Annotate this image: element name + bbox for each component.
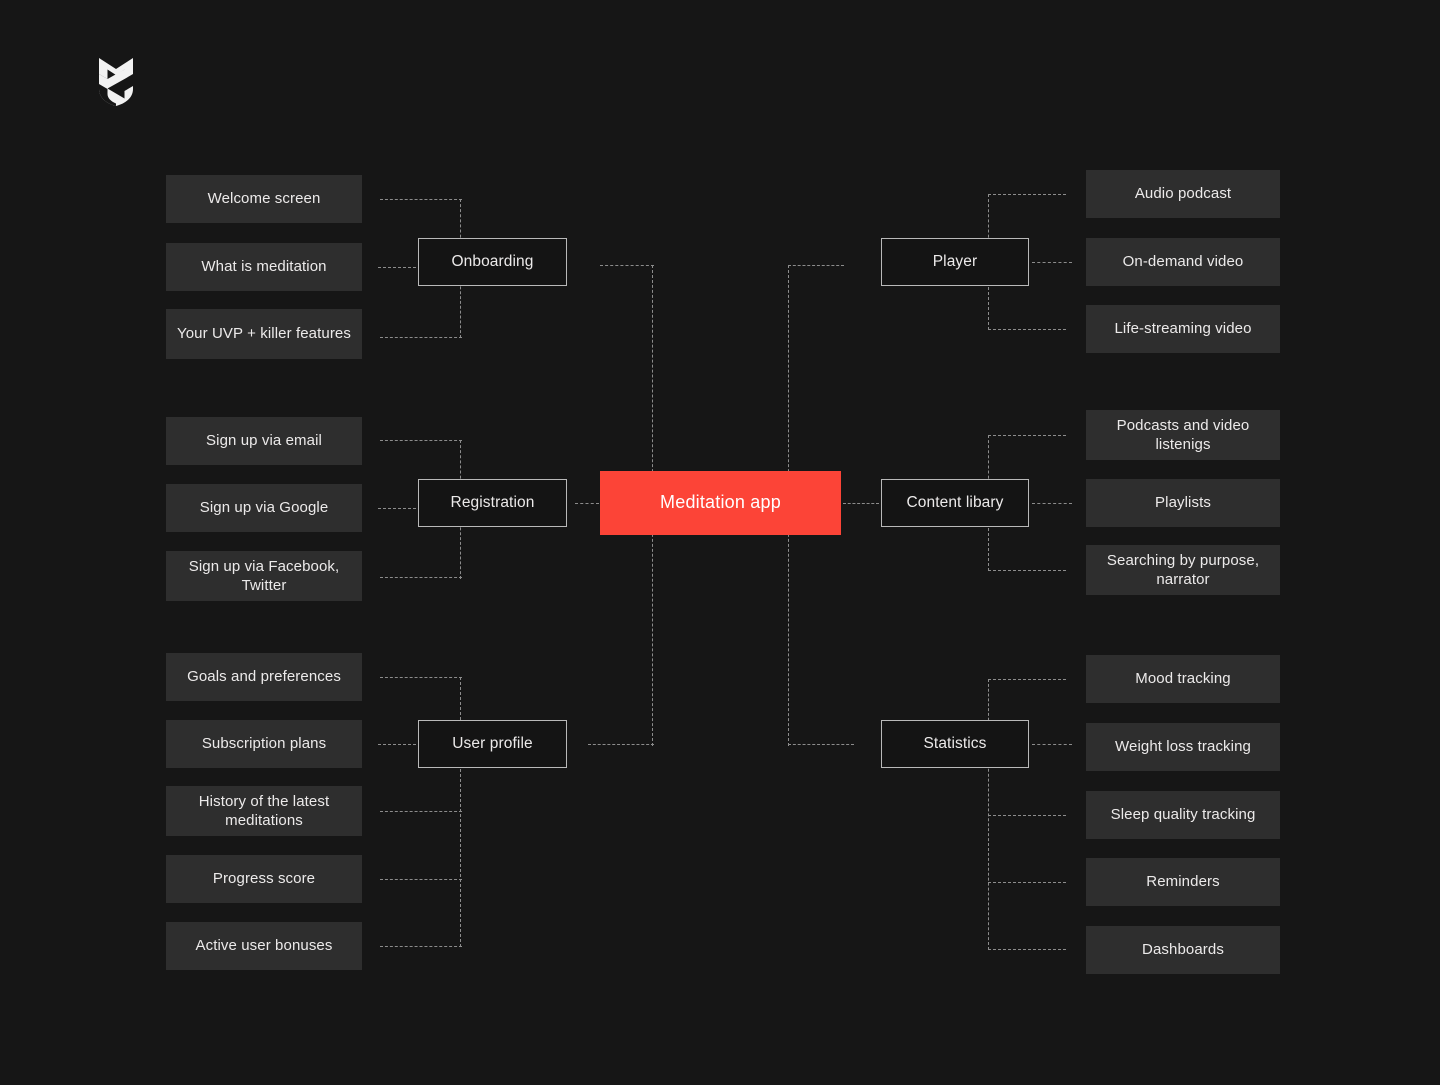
connector-root-stub-left (575, 503, 599, 504)
leaf-active-user-bonuses[interactable]: Active user bonuses (166, 922, 362, 970)
connector-registration-leaf-1 (380, 440, 462, 441)
connector-root-to-onboarding-h (600, 265, 654, 266)
leaf-welcome-screen[interactable]: Welcome screen (166, 175, 362, 223)
connector-onboarding-leaf-3 (380, 337, 462, 338)
leaf-reminders[interactable]: Reminders (1086, 858, 1280, 906)
hub-player[interactable]: Player (881, 238, 1029, 286)
leaf-dashboards[interactable]: Dashboards (1086, 926, 1280, 974)
leaf-history-of-latest-meditations[interactable]: History of the latest meditations (166, 786, 362, 836)
connector-player-leaf-3 (988, 329, 1066, 330)
connector-registration-leaf-3 (380, 577, 462, 578)
connector-user-profile-spine-down (460, 744, 461, 947)
leaf-on-demand-video[interactable]: On-demand video (1086, 238, 1280, 286)
connector-user-profile-leaf-5 (380, 946, 462, 947)
connector-player-leaf-1 (988, 194, 1066, 195)
connector-content-libary-leaf-1 (988, 435, 1066, 436)
connector-root-stub-right (843, 503, 879, 504)
connector-root-to-user-profile-h (588, 744, 654, 745)
hub-onboarding[interactable]: Onboarding (418, 238, 567, 286)
connector-registration-leaf-2 (378, 508, 416, 509)
connector-statistics-leaf-5 (988, 949, 1066, 950)
mindmap-canvas: Welcome screen What is meditation Your U… (0, 0, 1440, 1085)
hub-content-libary[interactable]: Content libary (881, 479, 1029, 527)
leaf-playlists[interactable]: Playlists (1086, 479, 1280, 527)
leaf-searching-by-purpose-narrator[interactable]: Searching by purpose, narrator (1086, 545, 1280, 595)
hub-statistics[interactable]: Statistics (881, 720, 1029, 768)
leaf-life-streaming-video[interactable]: Life-streaming video (1086, 305, 1280, 353)
connector-statistics-leaf-3 (988, 815, 1066, 816)
connector-content-libary-leaf-3 (988, 570, 1066, 571)
leaf-audio-podcast[interactable]: Audio podcast (1086, 170, 1280, 218)
connector-player-leaf-2 (1032, 262, 1072, 263)
connector-user-profile-leaf-4 (380, 879, 462, 880)
leaf-sleep-quality-tracking[interactable]: Sleep quality tracking (1086, 791, 1280, 839)
ms-monogram-shield-logo (98, 57, 134, 107)
connector-statistics-leaf-1 (988, 679, 1066, 680)
leaf-sign-up-via-email[interactable]: Sign up via email (166, 417, 362, 465)
connector-statistics-leaf-4 (988, 882, 1066, 883)
connector-onboarding-leaf-2 (378, 267, 416, 268)
leaf-mood-tracking[interactable]: Mood tracking (1086, 655, 1280, 703)
hub-registration[interactable]: Registration (418, 479, 567, 527)
leaf-what-is-meditation[interactable]: What is meditation (166, 243, 362, 291)
connector-user-profile-leaf-3 (380, 811, 462, 812)
connector-user-profile-leaf-2 (378, 744, 416, 745)
leaf-sign-up-via-google[interactable]: Sign up via Google (166, 484, 362, 532)
connector-statistics-spine-down (988, 744, 989, 950)
root-node-meditation-app[interactable]: Meditation app (600, 471, 841, 535)
hub-user-profile[interactable]: User profile (418, 720, 567, 768)
connector-onboarding-leaf-1 (380, 199, 462, 200)
leaf-podcasts-and-video-listenigs[interactable]: Podcasts and video listenigs (1086, 410, 1280, 460)
leaf-weight-loss-tracking[interactable]: Weight loss tracking (1086, 723, 1280, 771)
leaf-progress-score[interactable]: Progress score (166, 855, 362, 903)
connector-root-to-player-h (788, 265, 844, 266)
leaf-sign-up-via-facebook-twitter[interactable]: Sign up via Facebook, Twitter (166, 551, 362, 601)
connector-content-libary-leaf-2 (1032, 503, 1072, 504)
connector-root-to-statistics-h (788, 744, 854, 745)
leaf-subscription-plans[interactable]: Subscription plans (166, 720, 362, 768)
connector-statistics-leaf-2 (1032, 744, 1072, 745)
leaf-goals-and-preferences[interactable]: Goals and preferences (166, 653, 362, 701)
leaf-your-uvp-killer-features[interactable]: Your UVP + killer features (166, 309, 362, 359)
connector-user-profile-leaf-1 (380, 677, 462, 678)
